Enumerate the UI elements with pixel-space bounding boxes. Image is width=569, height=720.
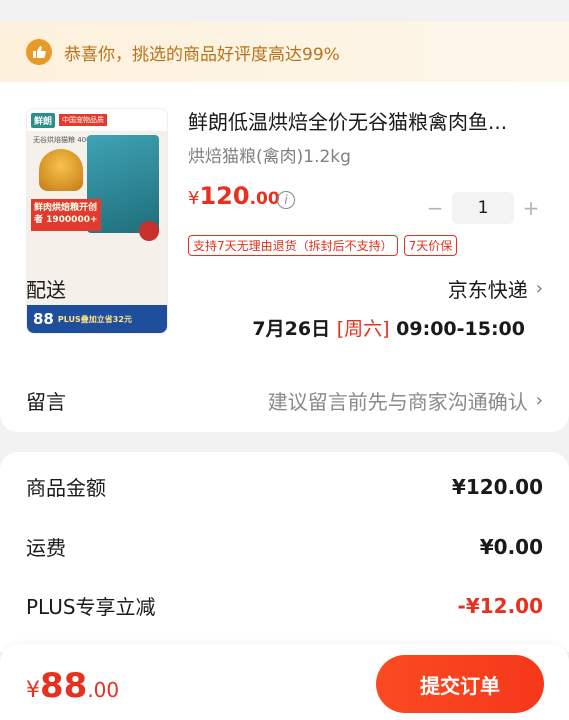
order-item-card: 鲜朗 中国宠物品质 无谷烘焙猫粮 400g*3 鲜肉烘焙粮开创者 1900000… [0,82,569,432]
total-currency: ¥ [26,678,40,703]
price-integer: 120 [199,182,250,210]
note-field: 建议留言前先与商家沟通确认 › [268,386,543,415]
checkout-bar: ¥ 88 .00 提交订单 [0,644,569,720]
submit-order-button[interactable]: 提交订单 [376,655,544,713]
delivery-time[interactable]: 7月26日 [周六] 09:00-15:00 [252,314,525,341]
price-currency: ¥ [188,188,200,209]
service-badges: 支持7天无理由退货（拆封后不支持） 7天价保 [188,235,458,256]
price-protect-badge: 7天价保 [403,235,458,256]
product-price: ¥ 120 .00 [188,182,280,210]
quantity-input[interactable]: 1 [452,192,514,224]
thumb-price-strip: 88 PLUS叠加立省32元 [27,305,167,333]
note-placeholder: 建议留言前先与商家沟通确认 [267,390,528,414]
thumb-seal [139,221,159,241]
increase-button[interactable]: + [520,196,542,220]
summary-row-plus-discount: PLUS专享立减 -¥12.00 [26,591,543,620]
notice-text: 恭喜你，挑选的商品好评度高达99% [64,44,340,65]
info-icon[interactable]: i [277,191,295,209]
chevron-right-icon: › [535,278,543,299]
thumb-brand-logo: 鲜朗 [31,112,56,128]
delivery-window: 09:00-15:00 [396,318,525,340]
summary-row-shipping: 运费 ¥0.00 [26,532,543,561]
thumb-tag: 中国宠物品质 [59,114,108,126]
total-price: ¥ 88 .00 [26,666,119,706]
trophy-graphic [39,149,83,191]
chevron-right-icon: › [535,390,543,411]
product-title[interactable]: 鲜朗低温烘焙全价无谷猫粮禽肉鱼... [188,106,548,135]
summary-value: ¥120.00 [451,474,543,499]
thumb-promo: 鲜肉烘焙粮开创者 1900000+ [31,199,101,231]
total-decimal: .00 [87,678,120,702]
thumb-plus-text: PLUS叠加立省32元 [57,314,132,324]
praise-notice-bar: 恭喜你，挑选的商品好评度高达99% [0,22,569,82]
delivery-label: 配送 [26,278,66,302]
summary-row-goods: 商品金额 ¥120.00 [26,472,543,501]
total-integer: 88 [40,666,88,706]
product-spec: 烘焙猫粮(禽肉)1.2kg [188,147,351,167]
delivery-method-text: 京东快递 [447,278,528,302]
price-summary-card: 商品金额 ¥120.00 运费 ¥0.00 PLUS专享立减 -¥12.00 [0,452,569,652]
quantity-stepper: − 1 + [424,192,542,224]
note-label: 留言 [26,390,66,414]
summary-value: ¥0.00 [479,534,543,559]
price-decimal: .00 [249,189,280,209]
summary-value: -¥12.00 [457,593,543,618]
delivery-row[interactable]: 配送 京东快递 › [26,274,543,303]
note-row[interactable]: 留言 建议留言前先与商家沟通确认 › [26,386,543,415]
delivery-weekday: [周六] [336,318,390,340]
thumb-price: 88 [33,310,54,328]
return-policy-badge: 支持7天无理由退货（拆封后不支持） [188,235,398,256]
summary-label: 商品金额 [26,476,106,500]
delivery-date: 7月26日 [252,318,331,340]
thumb-header: 鲜朗 中国宠物品质 [27,109,167,131]
thumbs-up-icon [26,39,52,65]
decrease-button[interactable]: − [424,196,446,220]
delivery-method: 京东快递 › [448,274,543,303]
summary-label: 运费 [26,536,66,560]
summary-label: PLUS专享立减 [26,595,156,619]
